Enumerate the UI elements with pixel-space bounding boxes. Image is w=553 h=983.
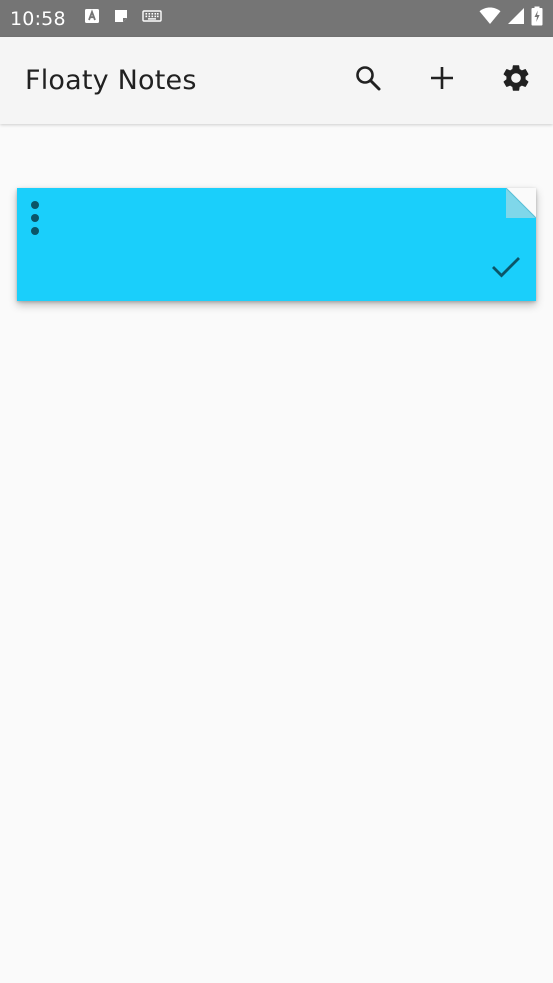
battery-charging-icon bbox=[531, 6, 543, 31]
note-icon bbox=[114, 9, 128, 28]
add-note-button[interactable] bbox=[414, 37, 470, 124]
search-button[interactable] bbox=[340, 37, 396, 124]
wifi-icon bbox=[479, 7, 501, 30]
search-icon bbox=[354, 64, 382, 97]
more-vert-icon bbox=[30, 200, 40, 241]
note-card[interactable] bbox=[17, 187, 537, 301]
note-done-button[interactable] bbox=[490, 253, 522, 285]
settings-button[interactable] bbox=[488, 37, 544, 124]
page-fold-icon bbox=[505, 187, 537, 219]
add-icon bbox=[429, 65, 455, 96]
signal-icon bbox=[507, 7, 525, 30]
status-notification-icons bbox=[84, 8, 162, 29]
status-system-icons bbox=[479, 6, 543, 31]
check-icon bbox=[491, 255, 521, 284]
text-a-icon bbox=[84, 8, 100, 29]
status-bar: 10:58 bbox=[0, 0, 553, 37]
app-bar: Floaty Notes bbox=[0, 37, 553, 124]
settings-icon bbox=[500, 62, 532, 99]
keyboard-icon bbox=[142, 9, 162, 28]
app-title: Floaty Notes bbox=[25, 65, 197, 96]
status-time: 10:58 bbox=[10, 7, 66, 30]
note-menu-button[interactable] bbox=[23, 200, 47, 240]
